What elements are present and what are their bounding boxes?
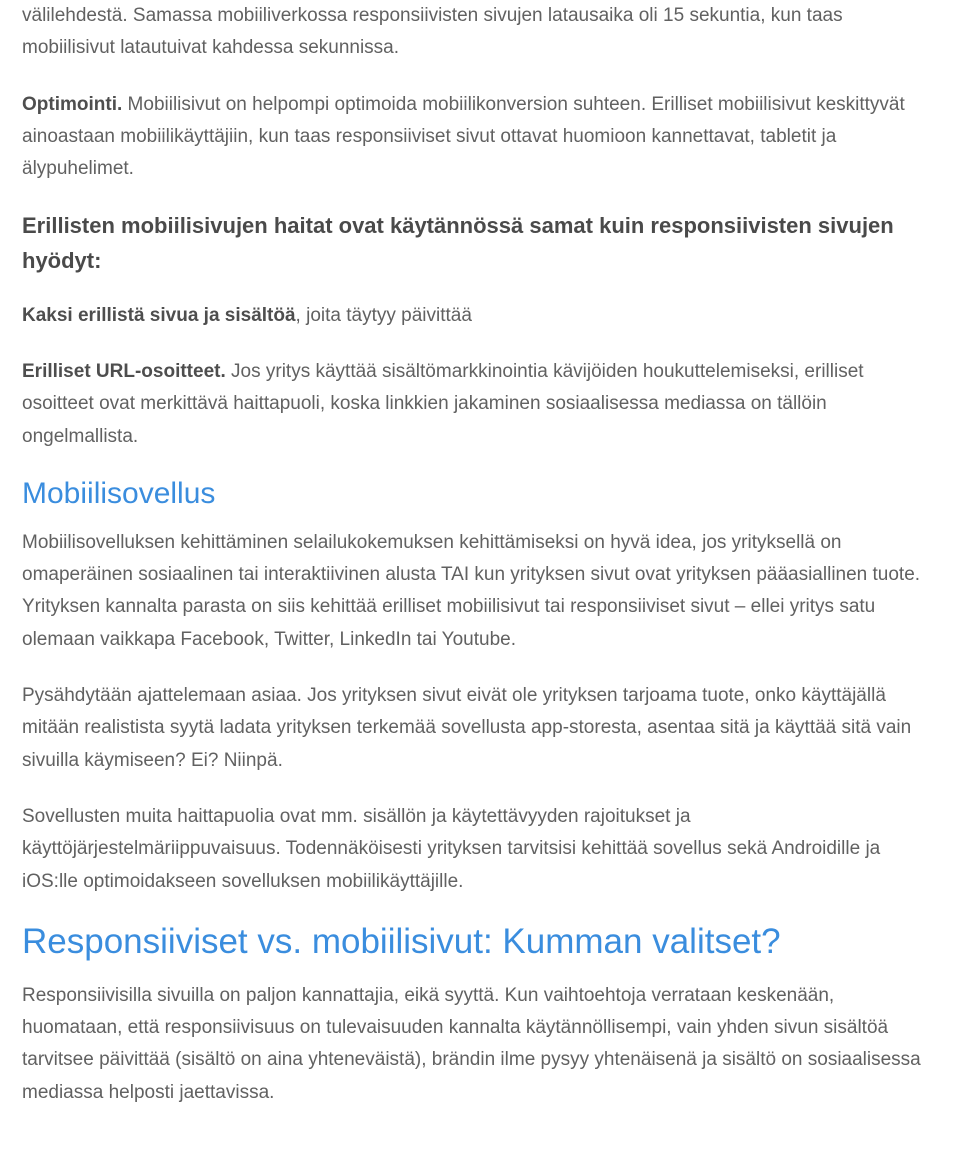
paragraph-url-osoitteet: Erilliset URL-osoitteet. Jos yritys käyt… xyxy=(22,356,938,453)
paragraph-text: , joita täytyy päivittää xyxy=(296,305,472,326)
paragraph-loadtime: välilehdestä. Samassa mobiiliverkossa re… xyxy=(22,0,938,65)
bold-label: Kaksi erillistä sivua ja sisältöä xyxy=(22,305,296,326)
bold-label: Erilliset URL-osoitteet. xyxy=(22,361,226,382)
heading-mobiilisovellus: Mobiilisovellus xyxy=(22,477,938,511)
paragraph-conclusion: Responsiivisilla sivuilla on paljon kann… xyxy=(22,980,938,1109)
paragraph-optimointi: Optimointi. Mobiilisivut on helpompi opt… xyxy=(22,89,938,186)
article-body: välilehdestä. Samassa mobiiliverkossa re… xyxy=(0,0,960,1163)
paragraph-sovellus-1: Mobiilisovelluksen kehittäminen selailuk… xyxy=(22,527,938,656)
bold-label: Optimointi. xyxy=(22,94,122,115)
paragraph-sovellus-3: Sovellusten muita haittapuolia ovat mm. … xyxy=(22,801,938,898)
paragraph-sovellus-2: Pysähdytään ajattelemaan asiaa. Jos yrit… xyxy=(22,680,938,777)
paragraph-text: Mobiilisivut on helpompi optimoida mobii… xyxy=(22,94,905,180)
subheading-haitat: Erillisten mobiilisivujen haitat ovat kä… xyxy=(22,209,938,277)
heading-responsiiviset-vs: Responsiiviset vs. mobiilisivut: Kumman … xyxy=(22,922,938,962)
paragraph-kaksi-sivua: Kaksi erillistä sivua ja sisältöä, joita… xyxy=(22,300,938,332)
